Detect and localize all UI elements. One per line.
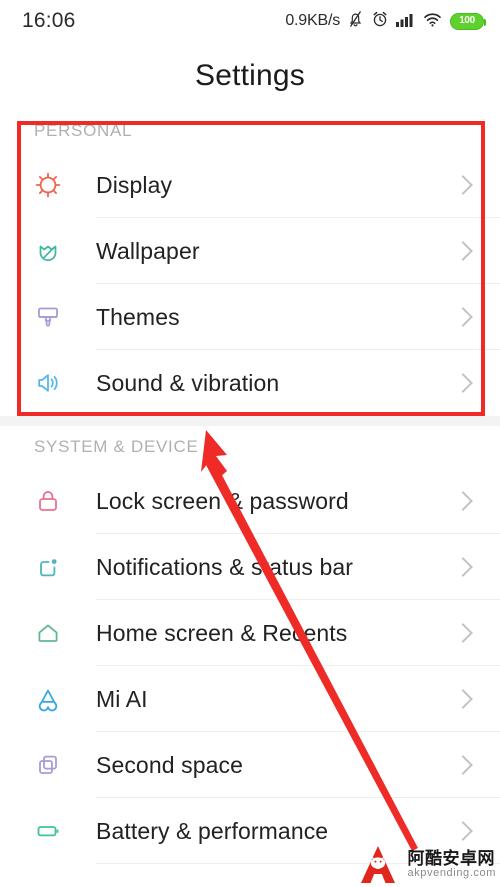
phone-screen: 16:06 0.9KB/s 100 Settings PERSONAL Disp… xyxy=(0,0,500,887)
chevron-right-icon xyxy=(453,175,473,195)
wifi-icon xyxy=(423,11,443,32)
settings-row-label: Lock screen & password xyxy=(96,487,349,514)
status-icons: 0.9KB/s 100 xyxy=(285,10,486,33)
chevron-right-icon xyxy=(453,373,473,393)
watermark: 阿酷安卓网 akpvending.com xyxy=(357,843,496,885)
settings-row-sound-vibration[interactable]: Sound & vibration xyxy=(0,350,500,416)
settings-row-label: Notifications & status bar xyxy=(96,553,353,580)
watermark-logo-icon xyxy=(361,846,396,883)
page-title: Settings xyxy=(195,59,305,92)
status-bar: 16:06 0.9KB/s 100 xyxy=(0,0,500,42)
chevron-right-icon xyxy=(453,491,473,511)
settings-row-second-space[interactable]: Second space xyxy=(0,732,500,798)
flower-icon xyxy=(0,236,96,266)
settings-row-label: Second space xyxy=(96,751,243,778)
battery-icon xyxy=(0,816,96,846)
chevron-right-icon xyxy=(453,689,473,709)
settings-row-label: Themes xyxy=(96,303,180,330)
paintbrush-icon xyxy=(0,302,96,332)
second-space-icon xyxy=(0,750,96,780)
settings-row-display[interactable]: Display xyxy=(0,152,500,218)
title-bar: Settings xyxy=(0,42,500,110)
settings-row-label: Battery & performance xyxy=(96,817,329,844)
settings-row-home-screen-recents[interactable]: Home screen & Recents xyxy=(0,600,500,666)
settings-row-label: Wallpaper xyxy=(96,237,200,264)
home-icon xyxy=(0,618,96,648)
watermark-url: akpvending.com xyxy=(407,866,496,879)
section-header-system-device: SYSTEM & DEVICE xyxy=(0,426,500,468)
signal-bars-icon xyxy=(396,11,416,32)
battery-level-label: 100 xyxy=(459,15,475,26)
settings-row-wallpaper[interactable]: Wallpaper xyxy=(0,218,500,284)
section-header-personal: PERSONAL xyxy=(0,110,500,152)
mi-ai-icon xyxy=(0,684,96,714)
section-gap xyxy=(0,416,500,426)
settings-row-label: Mi AI xyxy=(96,685,148,712)
settings-row-label: Display xyxy=(96,171,173,198)
watermark-site-name: 阿酷安卓网 xyxy=(407,848,495,868)
bell-mute-icon xyxy=(347,10,364,33)
chevron-right-icon xyxy=(453,755,473,775)
battery-status-icon: 100 xyxy=(450,12,486,30)
network-speed-label: 0.9KB/s xyxy=(285,12,340,29)
chevron-right-icon xyxy=(453,623,473,643)
sun-icon xyxy=(0,170,96,200)
status-clock: 16:06 xyxy=(22,9,76,32)
alarm-clock-icon xyxy=(371,10,389,33)
lock-icon xyxy=(0,486,96,516)
chevron-right-icon xyxy=(453,821,473,841)
settings-row-label: Sound & vibration xyxy=(96,369,280,396)
settings-row-lock-screen-password[interactable]: Lock screen & password xyxy=(0,468,500,534)
settings-list[interactable]: PERSONAL Display Wallpaper Themes Sound … xyxy=(0,110,500,864)
settings-row-notifications-status-bar[interactable]: Notifications & status bar xyxy=(0,534,500,600)
speaker-icon xyxy=(0,368,96,398)
settings-row-label: Home screen & Recents xyxy=(96,619,348,646)
settings-row-themes[interactable]: Themes xyxy=(0,284,500,350)
settings-row-mi-ai[interactable]: Mi AI xyxy=(0,666,500,732)
chevron-right-icon xyxy=(453,241,473,261)
notification-icon xyxy=(0,552,96,582)
chevron-right-icon xyxy=(453,557,473,577)
watermark-texts: 阿酷安卓网 akpvending.com xyxy=(407,850,496,879)
chevron-right-icon xyxy=(453,307,473,327)
